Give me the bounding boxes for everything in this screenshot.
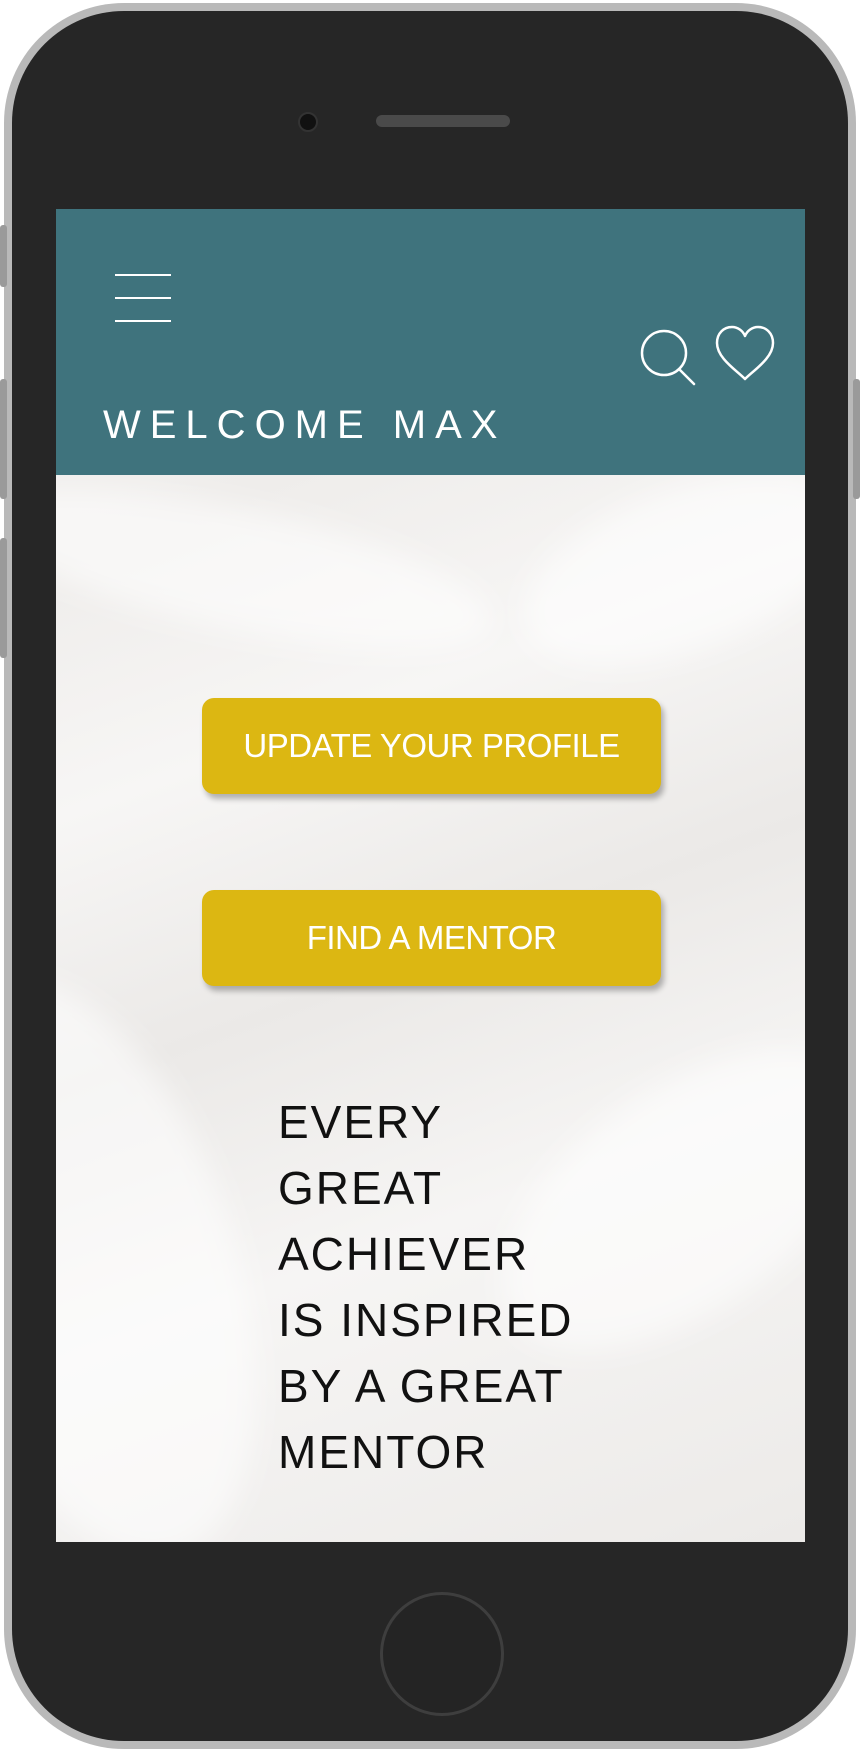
quote-line: GREAT: [278, 1162, 444, 1214]
mute-switch: [0, 225, 7, 287]
mentor-quote: EVERY GREAT ACHIEVER IS INSPIRED BY A GR…: [278, 1089, 618, 1485]
app-header: WELCOME MAX: [56, 209, 805, 475]
quote-line: BY A GREAT: [278, 1360, 565, 1412]
quote-line: IS INSPIRED: [278, 1294, 574, 1346]
update-profile-button[interactable]: UPDATE YOUR PROFILE: [202, 698, 661, 794]
quote-line: EVERY: [278, 1096, 444, 1148]
front-camera: [298, 112, 318, 132]
earpiece-speaker: [376, 115, 510, 127]
quote-line: ACHIEVER: [278, 1228, 530, 1280]
quote-line: MENTOR: [278, 1426, 489, 1478]
volume-up-button: [0, 379, 7, 499]
background-texture: [56, 456, 503, 682]
home-button[interactable]: [380, 1592, 504, 1716]
heart-icon[interactable]: [714, 325, 776, 383]
background-texture: [498, 435, 805, 703]
volume-down-button: [0, 538, 7, 658]
app-screen: WELCOME MAX UPDATE YOUR PROFILE FIND A M…: [56, 209, 805, 1542]
search-icon[interactable]: [638, 327, 698, 387]
find-mentor-button[interactable]: FIND A MENTOR: [202, 890, 661, 986]
welcome-heading: WELCOME MAX: [103, 403, 507, 447]
power-button: [853, 379, 860, 499]
menu-icon[interactable]: [115, 274, 171, 322]
